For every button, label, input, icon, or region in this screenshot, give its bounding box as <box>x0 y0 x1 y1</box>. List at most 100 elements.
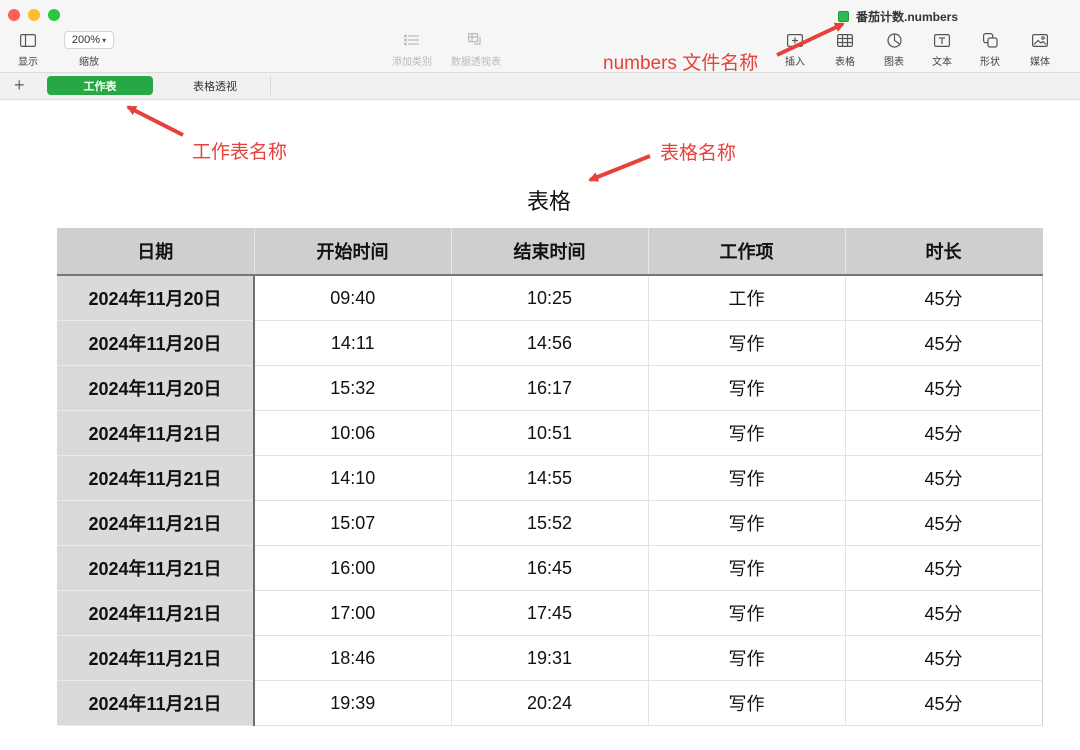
cell-start[interactable]: 09:40 <box>254 275 452 321</box>
cell-item[interactable]: 写作 <box>648 545 846 591</box>
cell-duration[interactable]: 45分 <box>845 365 1043 411</box>
cell-date[interactable]: 2024年11月20日 <box>57 320 255 366</box>
media-label: 媒体 <box>1030 57 1050 68</box>
cell-end[interactable]: 15:52 <box>451 500 649 546</box>
zoom-value: 200% <box>71 34 101 46</box>
header-work-item[interactable]: 工作项 <box>648 228 846 276</box>
display-button[interactable]: 显示 <box>0 30 56 68</box>
header-date[interactable]: 日期 <box>57 228 255 276</box>
cell-item[interactable]: 工作 <box>648 275 846 321</box>
cell-start[interactable]: 15:32 <box>254 365 452 411</box>
table-row: 2024年11月20日 09:40 10:25 工作 45分 <box>57 275 1043 321</box>
cell-date[interactable]: 2024年11月21日 <box>57 545 255 591</box>
cell-duration[interactable]: 45分 <box>845 680 1043 726</box>
cell-end[interactable]: 17:45 <box>451 590 649 636</box>
table-row: 2024年11月21日 16:00 16:45 写作 45分 <box>57 545 1043 591</box>
window-title-text: 番茄计数.numbers <box>856 9 959 24</box>
fullscreen-window-button[interactable] <box>48 9 60 21</box>
cell-item[interactable]: 写作 <box>648 500 846 546</box>
tab-pivot[interactable]: 表格透视 <box>160 76 271 95</box>
cell-item[interactable]: 写作 <box>648 410 846 456</box>
cell-duration[interactable]: 45分 <box>845 275 1043 321</box>
text-icon <box>934 33 950 47</box>
cell-duration[interactable]: 45分 <box>845 545 1043 591</box>
zoom-control[interactable]: 200% ▾ 缩放 <box>61 30 117 68</box>
cell-start[interactable]: 19:39 <box>254 680 452 726</box>
header-start-time[interactable]: 开始时间 <box>254 228 452 276</box>
insert-label: 插入 <box>785 57 805 68</box>
shape-label: 形状 <box>980 57 1000 68</box>
chart-icon <box>886 32 902 48</box>
cell-end[interactable]: 16:45 <box>451 545 649 591</box>
add-category-label: 添加类别 <box>392 57 432 68</box>
pivot-table-button[interactable]: 数据透视表 <box>448 30 504 68</box>
cell-start[interactable]: 14:10 <box>254 455 452 501</box>
cell-start[interactable]: 16:00 <box>254 545 452 591</box>
cell-item[interactable]: 写作 <box>648 320 846 366</box>
media-button[interactable]: 媒体 <box>1012 30 1068 68</box>
cell-item[interactable]: 写作 <box>648 455 846 501</box>
cell-end[interactable]: 16:17 <box>451 365 649 411</box>
table-label: 表格 <box>835 57 855 68</box>
cell-end[interactable]: 20:24 <box>451 680 649 726</box>
arrow-to-table-title <box>588 154 651 182</box>
cell-date[interactable]: 2024年11月21日 <box>57 455 255 501</box>
window-title: 番茄计数.numbers <box>838 8 958 24</box>
cell-start[interactable]: 15:07 <box>254 500 452 546</box>
cell-end[interactable]: 14:55 <box>451 455 649 501</box>
cell-date[interactable]: 2024年11月21日 <box>57 500 255 546</box>
chevron-down-icon: ▾ <box>102 35 107 45</box>
table-row: 2024年11月21日 10:06 10:51 写作 45分 <box>57 410 1043 456</box>
cell-date[interactable]: 2024年11月20日 <box>57 365 255 411</box>
cell-item[interactable]: 写作 <box>648 590 846 636</box>
add-sheet-button[interactable]: + <box>14 75 25 95</box>
tab-worksheet[interactable]: 工作表 <box>47 76 153 95</box>
cell-duration[interactable]: 45分 <box>845 500 1043 546</box>
cell-start[interactable]: 18:46 <box>254 635 452 681</box>
table-row: 2024年11月20日 14:11 14:56 写作 45分 <box>57 320 1043 366</box>
cell-date[interactable]: 2024年11月21日 <box>57 590 255 636</box>
annotation-table-name: 表格名称 <box>660 143 737 164</box>
table-button[interactable]: 表格 <box>817 30 873 68</box>
cell-duration[interactable]: 45分 <box>845 590 1043 636</box>
cell-duration[interactable]: 45分 <box>845 410 1043 456</box>
list-icon <box>404 34 419 46</box>
cell-start[interactable]: 17:00 <box>254 590 452 636</box>
table-row: 2024年11月21日 15:07 15:52 写作 45分 <box>57 500 1043 546</box>
window-toolbar: 番茄计数.numbers 显示 200% ▾ 缩放 添加类别 数据透视表 插入 表… <box>0 0 1080 73</box>
header-duration[interactable]: 时长 <box>845 228 1043 276</box>
cell-date[interactable]: 2024年11月20日 <box>57 275 255 321</box>
cell-duration[interactable]: 45分 <box>845 320 1043 366</box>
cell-item[interactable]: 写作 <box>648 365 846 411</box>
cell-item[interactable]: 写作 <box>648 635 846 681</box>
cell-date[interactable]: 2024年11月21日 <box>57 635 255 681</box>
cell-end[interactable]: 19:31 <box>451 635 649 681</box>
arrow-to-sheet-tab <box>126 105 184 137</box>
cell-start[interactable]: 14:11 <box>254 320 452 366</box>
zoom-select[interactable]: 200% ▾ <box>64 31 114 49</box>
data-table: 日期 开始时间 结束时间 工作项 时长 2024年11月20日 09:40 10:2… <box>57 228 1043 726</box>
cell-duration[interactable]: 45分 <box>845 455 1043 501</box>
table-body: 2024年11月20日 09:40 10:25 工作 45分 2024年11月20日 14… <box>57 275 1043 726</box>
shape-button[interactable]: 形状 <box>962 30 1018 68</box>
header-row: 日期 开始时间 结束时间 工作项 时长 <box>57 228 1043 276</box>
cell-start[interactable]: 10:06 <box>254 410 452 456</box>
minimize-window-button[interactable] <box>28 9 40 21</box>
close-window-button[interactable] <box>8 9 20 21</box>
table-header: 日期 开始时间 结束时间 工作项 时长 <box>57 228 1043 276</box>
cell-end[interactable]: 10:51 <box>451 410 649 456</box>
annotation-file-name: numbers 文件名称 <box>603 53 759 74</box>
cell-end[interactable]: 14:56 <box>451 320 649 366</box>
insert-button[interactable]: 插入 <box>767 30 823 68</box>
cell-date[interactable]: 2024年11月21日 <box>57 410 255 456</box>
add-category-button[interactable]: 添加类别 <box>384 30 440 68</box>
table-row: 2024年11月20日 15:32 16:17 写作 45分 <box>57 365 1043 411</box>
table-title[interactable]: 表格 <box>0 184 1080 216</box>
cell-date[interactable]: 2024年11月21日 <box>57 680 255 726</box>
table-row: 2024年11月21日 14:10 14:55 写作 45分 <box>57 455 1043 501</box>
cell-end[interactable]: 10:25 <box>451 275 649 321</box>
sheet-tab-bar: + 工作表 表格透视 <box>0 73 1080 100</box>
cell-duration[interactable]: 45分 <box>845 635 1043 681</box>
cell-item[interactable]: 写作 <box>648 680 846 726</box>
header-end-time[interactable]: 结束时间 <box>451 228 649 276</box>
